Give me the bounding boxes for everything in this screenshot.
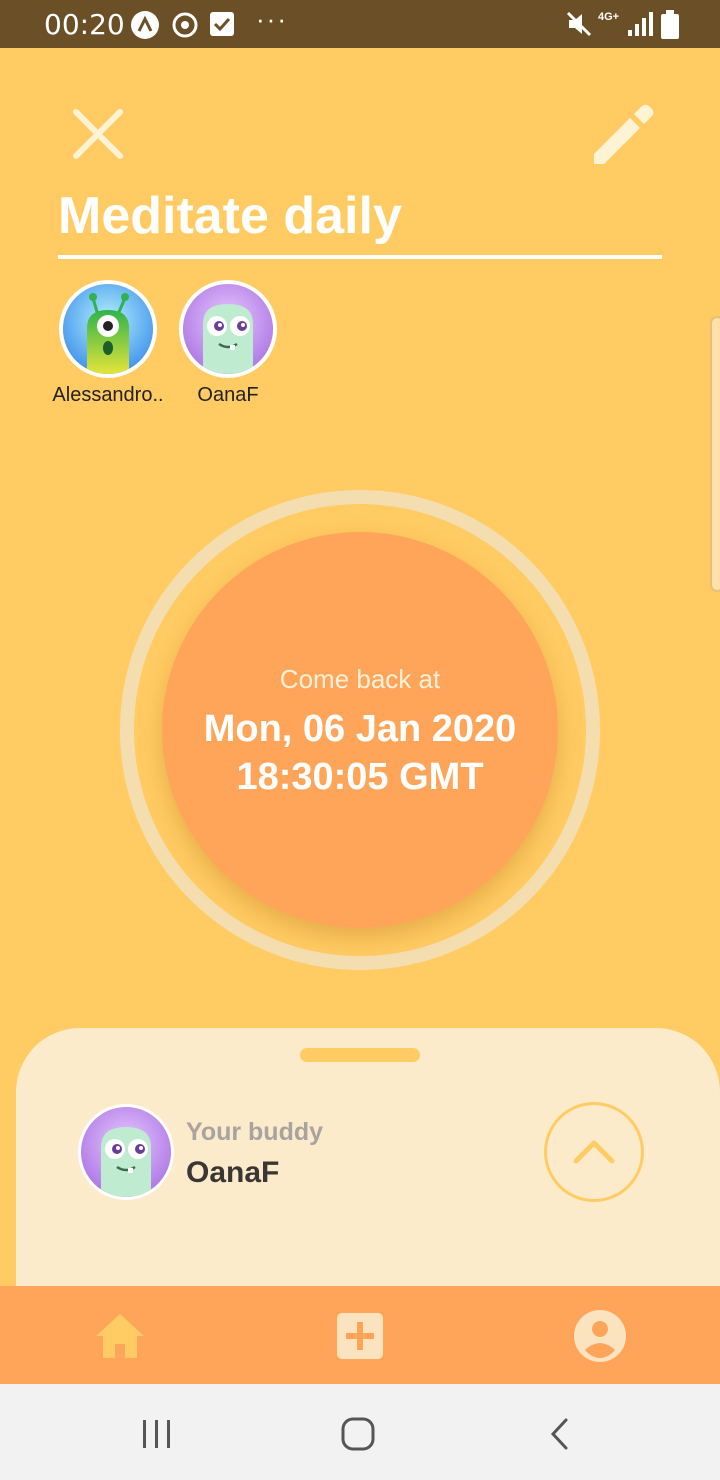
expand-sheet-button[interactable] (544, 1102, 644, 1202)
nav-profile[interactable] (572, 1308, 628, 1364)
app-notification-icon (131, 11, 159, 39)
sync-icon (172, 12, 198, 38)
member-name: OanaF (197, 384, 259, 406)
habit-title[interactable]: Meditate daily (58, 186, 402, 246)
signal-icon (628, 12, 653, 36)
nav-add[interactable] (332, 1308, 388, 1364)
chevron-up-icon (573, 1140, 615, 1164)
nav-home[interactable] (92, 1308, 148, 1364)
more-notifications-icon: ··· (256, 4, 288, 34)
mute-icon (566, 11, 592, 37)
purple-monster-avatar (78, 1104, 174, 1200)
come-back-time: 18:30:05 GMT (236, 756, 484, 798)
home-icon (96, 1314, 144, 1358)
come-back-date: Mon, 06 Jan 2020 (203, 708, 517, 750)
member-name: Alessandro.. (52, 384, 164, 406)
edit-button[interactable] (588, 98, 660, 170)
member-alessandro[interactable]: Alessandro.. (46, 280, 170, 407)
come-back-label: Come back at (279, 664, 441, 694)
title-underline (58, 255, 662, 259)
profile-icon (574, 1310, 626, 1362)
recent-apps-icon (143, 1420, 170, 1448)
sheet-drag-handle[interactable] (300, 1048, 420, 1062)
habit-detail-screen: Meditate daily Alessandro.. OanaF Come b… (0, 48, 720, 1384)
home-button-icon (341, 1417, 375, 1451)
green-alien-avatar (59, 280, 157, 378)
recent-apps-button[interactable] (137, 1414, 177, 1454)
buddy-name: OanaF (186, 1156, 280, 1189)
home-system-button[interactable] (338, 1414, 378, 1454)
status-bar: 00:20 ··· 4G+ (0, 0, 720, 48)
buddy-label: Your buddy (186, 1118, 324, 1146)
checkbox-notification-icon (210, 12, 234, 36)
back-icon (550, 1418, 568, 1450)
purple-monster-avatar (179, 280, 277, 378)
member-oanaf[interactable]: OanaF (166, 280, 290, 407)
bottom-navigation (0, 1286, 720, 1384)
countdown-circle: Come back at Mon, 06 Jan 2020 18:30:05 G… (162, 532, 558, 928)
close-button[interactable] (68, 104, 128, 164)
system-navigation-bar (0, 1384, 720, 1480)
back-button[interactable] (540, 1414, 580, 1454)
pencil-icon (594, 104, 654, 164)
side-drawer-handle[interactable] (710, 316, 720, 592)
close-icon (73, 109, 123, 159)
add-icon (337, 1313, 383, 1359)
network-type: 4G+ (598, 11, 620, 23)
status-time: 00:20 (44, 8, 125, 41)
battery-icon (661, 10, 679, 39)
